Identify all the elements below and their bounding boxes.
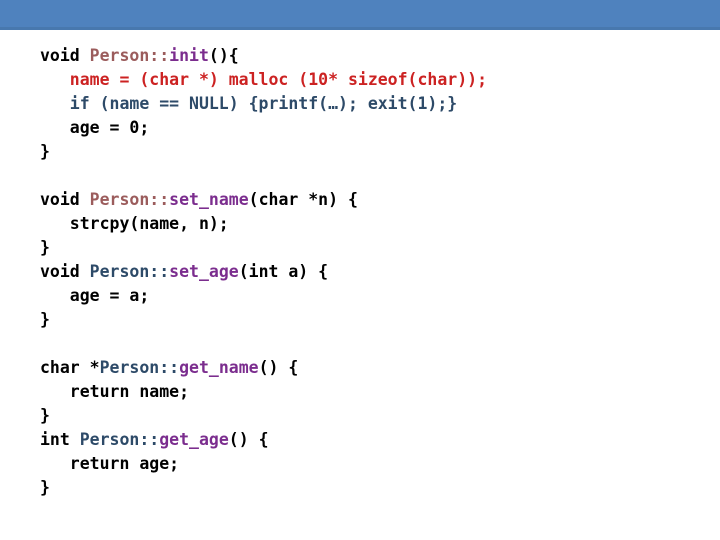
- code-line: return age;: [40, 452, 700, 476]
- code-token: () {: [228, 430, 269, 449]
- code-token: char *: [40, 358, 100, 377]
- code-token: (int a) {: [238, 262, 329, 281]
- code-token: init: [169, 46, 209, 65]
- code-token: set_age: [169, 262, 239, 281]
- code-line: if (name == NULL) {printf(…); exit(1);}: [40, 92, 700, 116]
- code-line: void Person::set_age(int a) {: [40, 260, 700, 284]
- code-token: return name;: [40, 382, 190, 401]
- code-token: }: [40, 142, 50, 161]
- top-accent-bar-edge: [0, 27, 720, 30]
- code-line: name = (char *) malloc (10* sizeof(char)…: [40, 68, 700, 92]
- code-token: }: [40, 238, 50, 257]
- code-token: return age;: [40, 454, 180, 473]
- code-line: age = a;: [40, 284, 700, 308]
- code-line: return name;: [40, 380, 700, 404]
- code-line: strcpy(name, n);: [40, 212, 700, 236]
- code-line: age = 0;: [40, 116, 700, 140]
- code-token: int: [40, 430, 80, 449]
- code-line: }: [40, 404, 700, 428]
- code-token: (){: [208, 46, 239, 65]
- code-token: Person::: [89, 262, 170, 281]
- code-token: }: [40, 478, 50, 497]
- code-token: void: [40, 262, 90, 281]
- code-block: void Person::init(){ name = (char *) mal…: [40, 44, 700, 500]
- code-token: Person::: [79, 430, 160, 449]
- code-token: void: [40, 46, 90, 65]
- code-token: name = (char *) malloc (10* sizeof(char)…: [40, 70, 488, 89]
- code-line: }: [40, 236, 700, 260]
- slide-canvas: void Person::init(){ name = (char *) mal…: [0, 0, 720, 540]
- code-token: Person::: [99, 358, 180, 377]
- code-token: strcpy(name, n);: [40, 214, 229, 233]
- code-token: }: [40, 406, 50, 425]
- code-line: char *Person::get_name() {: [40, 356, 700, 380]
- code-token: age = a;: [40, 286, 150, 305]
- code-line: void Person::set_name(char *n) {: [40, 188, 700, 212]
- code-token: if (name == NULL) {printf(…); exit(1);}: [40, 94, 458, 113]
- code-line: }: [40, 308, 700, 332]
- code-token: (char *n) {: [248, 190, 358, 209]
- code-token: age = 0;: [40, 118, 150, 137]
- code-token: }: [40, 310, 50, 329]
- code-token: Person::: [89, 190, 170, 209]
- code-token: get_age: [159, 430, 229, 449]
- code-token: void: [40, 190, 90, 209]
- code-token: set_name: [169, 190, 249, 209]
- code-line: void Person::init(){: [40, 44, 700, 68]
- code-line: }: [40, 140, 700, 164]
- code-token: () {: [258, 358, 299, 377]
- code-line: }: [40, 476, 700, 500]
- code-line: int Person::get_age() {: [40, 428, 700, 452]
- code-token: get_name: [179, 358, 259, 377]
- top-accent-bar: [0, 0, 720, 30]
- code-token: Person::: [89, 46, 170, 65]
